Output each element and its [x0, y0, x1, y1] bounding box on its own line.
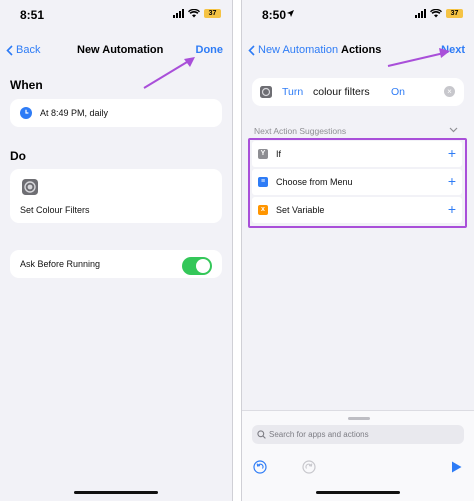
trigger-text: At 8:49 PM, daily — [40, 108, 109, 118]
clear-icon[interactable]: × — [444, 86, 455, 97]
signal-icon — [415, 9, 426, 18]
back-button[interactable]: New Automation — [248, 44, 338, 56]
redo-icon[interactable] — [302, 460, 316, 474]
suggestion-label: If — [276, 149, 282, 159]
actions-sheet: Search for apps and actions — [242, 410, 474, 501]
suggestion-label: Set Variable — [276, 205, 325, 215]
plus-icon[interactable]: + — [448, 201, 456, 217]
right-screen: 8:50 37 New Automation Actions Next Turn… — [241, 0, 474, 501]
wifi-icon — [430, 9, 442, 18]
signal-icon — [173, 9, 184, 18]
when-heading: When — [10, 78, 43, 92]
nav-bar: Back New Automation Done — [0, 40, 232, 62]
chevron-left-icon — [6, 44, 13, 56]
back-label: Back — [16, 44, 41, 56]
play-icon[interactable] — [451, 461, 462, 473]
variable-icon: x — [258, 205, 268, 215]
ask-before-running-toggle[interactable] — [182, 257, 212, 275]
action-card[interactable]: Set Colour Filters — [10, 169, 222, 223]
action-object: colour filters — [313, 86, 370, 98]
status-bar: 8:51 37 — [0, 0, 232, 30]
chevron-left-icon — [248, 44, 255, 56]
suggestion-label: Choose from Menu — [276, 177, 353, 187]
trigger-card[interactable]: At 8:49 PM, daily — [10, 99, 222, 127]
back-label: New Automation — [258, 44, 339, 56]
status-time: 8:50 — [262, 8, 287, 22]
chevron-down-icon[interactable] — [449, 127, 458, 133]
suggestion-set-variable[interactable]: x Set Variable + — [252, 197, 462, 223]
location-arrow-icon — [287, 10, 294, 17]
page-title: New Automation — [77, 44, 164, 56]
action-state[interactable]: On — [391, 86, 405, 98]
left-screen: 8:51 37 Back New Automation Done When At… — [0, 0, 233, 501]
ask-label: Ask Before Running — [20, 259, 101, 269]
status-bar: 8:50 37 — [242, 0, 474, 30]
page-title: Actions — [341, 44, 382, 56]
home-indicator — [316, 491, 400, 494]
undo-icon[interactable] — [253, 460, 267, 474]
battery-icon: 37 — [446, 9, 463, 18]
plus-icon[interactable]: + — [448, 145, 456, 161]
sheet-grabber[interactable] — [348, 417, 370, 420]
suggestions-heading: Next Action Suggestions — [254, 126, 347, 136]
action-verb[interactable]: Turn — [282, 86, 303, 98]
colour-filters-icon — [22, 179, 38, 195]
next-button[interactable]: Next — [441, 44, 465, 56]
search-icon — [257, 430, 266, 439]
done-button[interactable]: Done — [196, 44, 224, 56]
home-indicator — [74, 491, 158, 494]
suggestion-choose-from-menu[interactable]: ≡ Choose from Menu + — [252, 169, 462, 195]
search-input[interactable]: Search for apps and actions — [252, 425, 464, 444]
ask-before-running-row: Ask Before Running — [10, 250, 222, 278]
colour-filters-icon — [260, 86, 272, 98]
wifi-icon — [188, 9, 200, 18]
battery-icon: 37 — [204, 9, 221, 18]
clock-icon — [20, 107, 32, 119]
action-card[interactable]: Turn colour filters On × — [252, 78, 464, 106]
if-icon: Y — [258, 149, 268, 159]
suggestion-if[interactable]: Y If + — [252, 141, 462, 167]
nav-bar: New Automation Actions Next — [242, 40, 474, 62]
search-placeholder: Search for apps and actions — [269, 430, 369, 439]
plus-icon[interactable]: + — [448, 173, 456, 189]
do-heading: Do — [10, 149, 26, 163]
menu-icon: ≡ — [258, 177, 268, 187]
action-text: Set Colour Filters — [20, 205, 90, 215]
status-time: 8:51 — [20, 8, 45, 22]
back-button[interactable]: Back — [6, 44, 40, 56]
